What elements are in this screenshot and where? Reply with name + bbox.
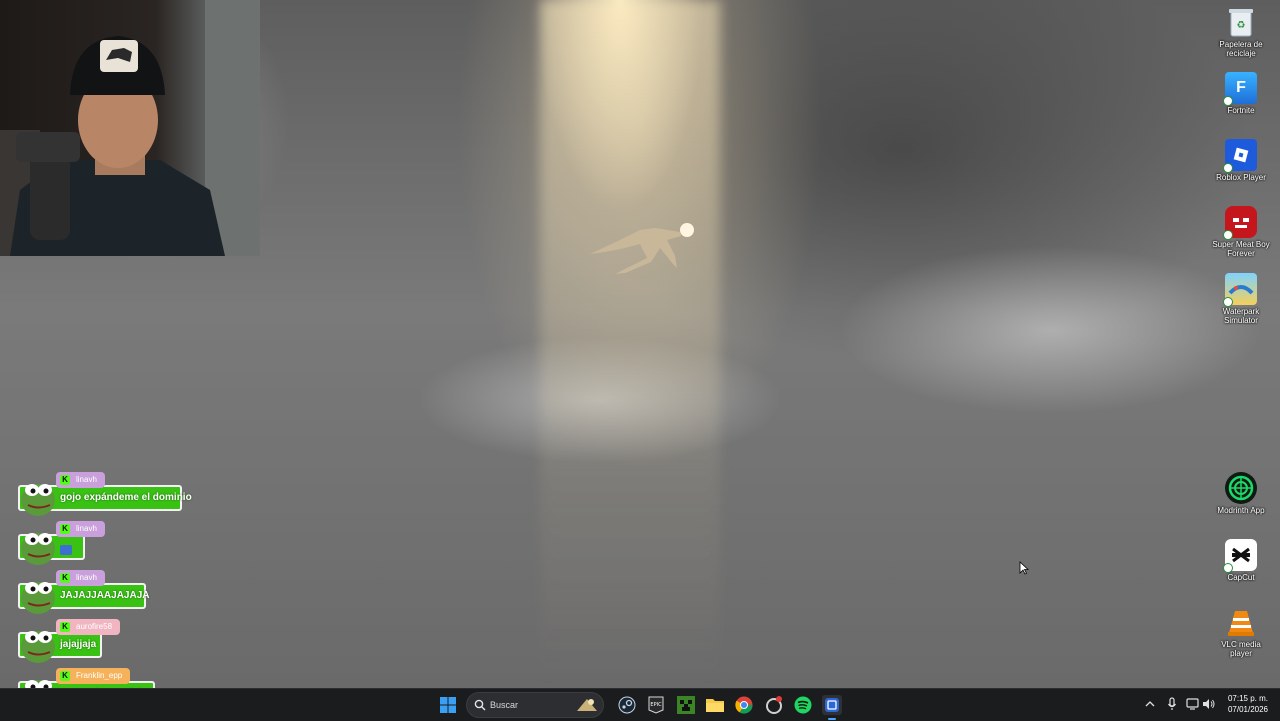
pepe-avatar-icon (21, 631, 55, 663)
fortnite-icon: F (1223, 72, 1257, 106)
recycle-bin-icon: ♻ (1225, 6, 1257, 38)
app-window-icon (825, 698, 839, 712)
pepe-avatar-icon (21, 484, 55, 516)
taskbar-epic-games[interactable]: EPIC (646, 695, 666, 715)
sync-status-icon (1223, 297, 1233, 307)
steam-icon (618, 696, 636, 714)
search-icon (474, 699, 486, 711)
kick-badge-icon: K (60, 573, 70, 583)
streamer-image (0, 0, 260, 256)
chat-message: JAJAJJAAJAJAJA K linavh (18, 570, 158, 616)
chat-username: linavh (76, 573, 97, 582)
taskbar: Buscar EPIC 07:15 p. m. 07/01/2026 (0, 688, 1280, 721)
capcut-shortcut[interactable]: CapCut (1211, 539, 1271, 582)
mouse-cursor-icon (1019, 561, 1029, 575)
clock-date: 07/01/2026 (1227, 705, 1268, 714)
folder-icon (706, 699, 724, 712)
network-icon[interactable] (1186, 698, 1200, 710)
taskbar-file-explorer[interactable] (705, 695, 725, 715)
sync-status-icon (1223, 163, 1233, 173)
search-highlight-icon (577, 699, 597, 711)
taskbar-steam[interactable] (617, 695, 637, 715)
desktop-icon-label: Papelera de reciclaje (1219, 40, 1263, 58)
vlc-media-player-icon (1225, 606, 1257, 638)
epic-games-icon: EPIC (648, 696, 664, 714)
waterpark-simulator-shortcut[interactable]: Waterpark Simulator (1211, 273, 1271, 325)
pepe-avatar-icon (21, 582, 55, 614)
svg-text:♻: ♻ (1237, 20, 1246, 31)
chat-username-tag: K linavh (56, 570, 105, 586)
microphone-icon[interactable] (1167, 697, 1177, 711)
modrinth-app-shortcut[interactable]: Modrinth App (1211, 472, 1271, 515)
webcam-overlay (0, 0, 260, 256)
desktop-icon-label: Waterpark Simulator (1222, 307, 1260, 325)
desktop-icon-label: Roblox Player (1216, 173, 1266, 182)
desktop-icon-label: Fortnite (1227, 106, 1255, 115)
taskbar-spotify[interactable] (793, 695, 813, 715)
kick-badge-icon: K (60, 475, 70, 485)
chat-username: aurofire58 (76, 622, 113, 631)
chrome-icon (735, 696, 753, 714)
clock-time: 07:15 p. m. (1227, 694, 1268, 703)
chat-username: linavh (76, 524, 97, 533)
sync-status-icon (1223, 563, 1233, 573)
fortnite-shortcut[interactable]: F Fortnite (1211, 72, 1271, 115)
sync-status-icon (1223, 96, 1233, 106)
taskbar-active-app[interactable] (822, 695, 842, 720)
taskbar-search-box[interactable]: Buscar (466, 692, 604, 718)
super-meat-boy-forever-icon (1223, 206, 1257, 240)
modrinth-app-icon (1225, 472, 1257, 504)
desktop-icon-label: VLC media player (1221, 640, 1261, 658)
minecraft-icon (677, 696, 695, 714)
chat-username: Franklin_epp (76, 671, 123, 680)
search-placeholder: Buscar (490, 700, 519, 710)
start-button[interactable] (438, 695, 458, 715)
taskbar-minecraft[interactable] (676, 695, 696, 715)
clock[interactable]: 07:15 p. m. 07/01/2026 (1228, 693, 1268, 715)
chat-message: gojo expándeme el dominio K linavh (18, 472, 192, 518)
kick-badge-icon: K (60, 524, 70, 534)
taskbar-chrome[interactable] (734, 695, 754, 715)
kick-badge-icon: K (60, 622, 70, 632)
taskbar-hoyoplay[interactable] (764, 695, 784, 715)
wallpaper-light-beam (540, 0, 720, 688)
sync-status-icon (1223, 230, 1233, 240)
pepe-avatar-icon (21, 533, 55, 565)
chat-username-tag: K aurofire58 (56, 619, 121, 635)
emote-icon (60, 545, 72, 555)
chat-message: K linavh (18, 521, 108, 567)
floating-figure-image (590, 223, 694, 274)
chat-username-tag: K linavh (56, 472, 105, 488)
roblox-player-icon (1223, 139, 1257, 173)
super-meat-boy-forever-shortcut[interactable]: Super Meat Boy Forever (1211, 206, 1271, 258)
desktop-icon-label: Modrinth App (1217, 506, 1265, 515)
chat-username-tag: K linavh (56, 521, 105, 537)
chat-username: linavh (76, 475, 97, 484)
chat-message: jajajjaja K aurofire58 (18, 619, 121, 665)
windows-start-icon (440, 697, 456, 713)
recycle-bin-shortcut[interactable]: ♻ Papelera de reciclaje (1211, 6, 1271, 58)
spotify-icon (794, 696, 812, 714)
chevron-up-icon[interactable] (1145, 700, 1155, 708)
desktop-icon-label: Super Meat Boy Forever (1212, 240, 1270, 258)
capcut-icon (1223, 539, 1257, 573)
roblox-player-shortcut[interactable]: Roblox Player (1211, 139, 1271, 182)
volume-icon[interactable] (1202, 698, 1216, 710)
vlc-media-player-shortcut[interactable]: VLC media player (1211, 606, 1271, 658)
kick-badge-icon: K (60, 671, 70, 681)
chat-username-tag: K Franklin_epp (56, 668, 131, 684)
hoyoplay-icon (766, 696, 782, 714)
waterpark-simulator-icon (1223, 273, 1257, 307)
svg-text:EPIC: EPIC (650, 702, 662, 708)
desktop-icon-label: CapCut (1227, 573, 1255, 582)
